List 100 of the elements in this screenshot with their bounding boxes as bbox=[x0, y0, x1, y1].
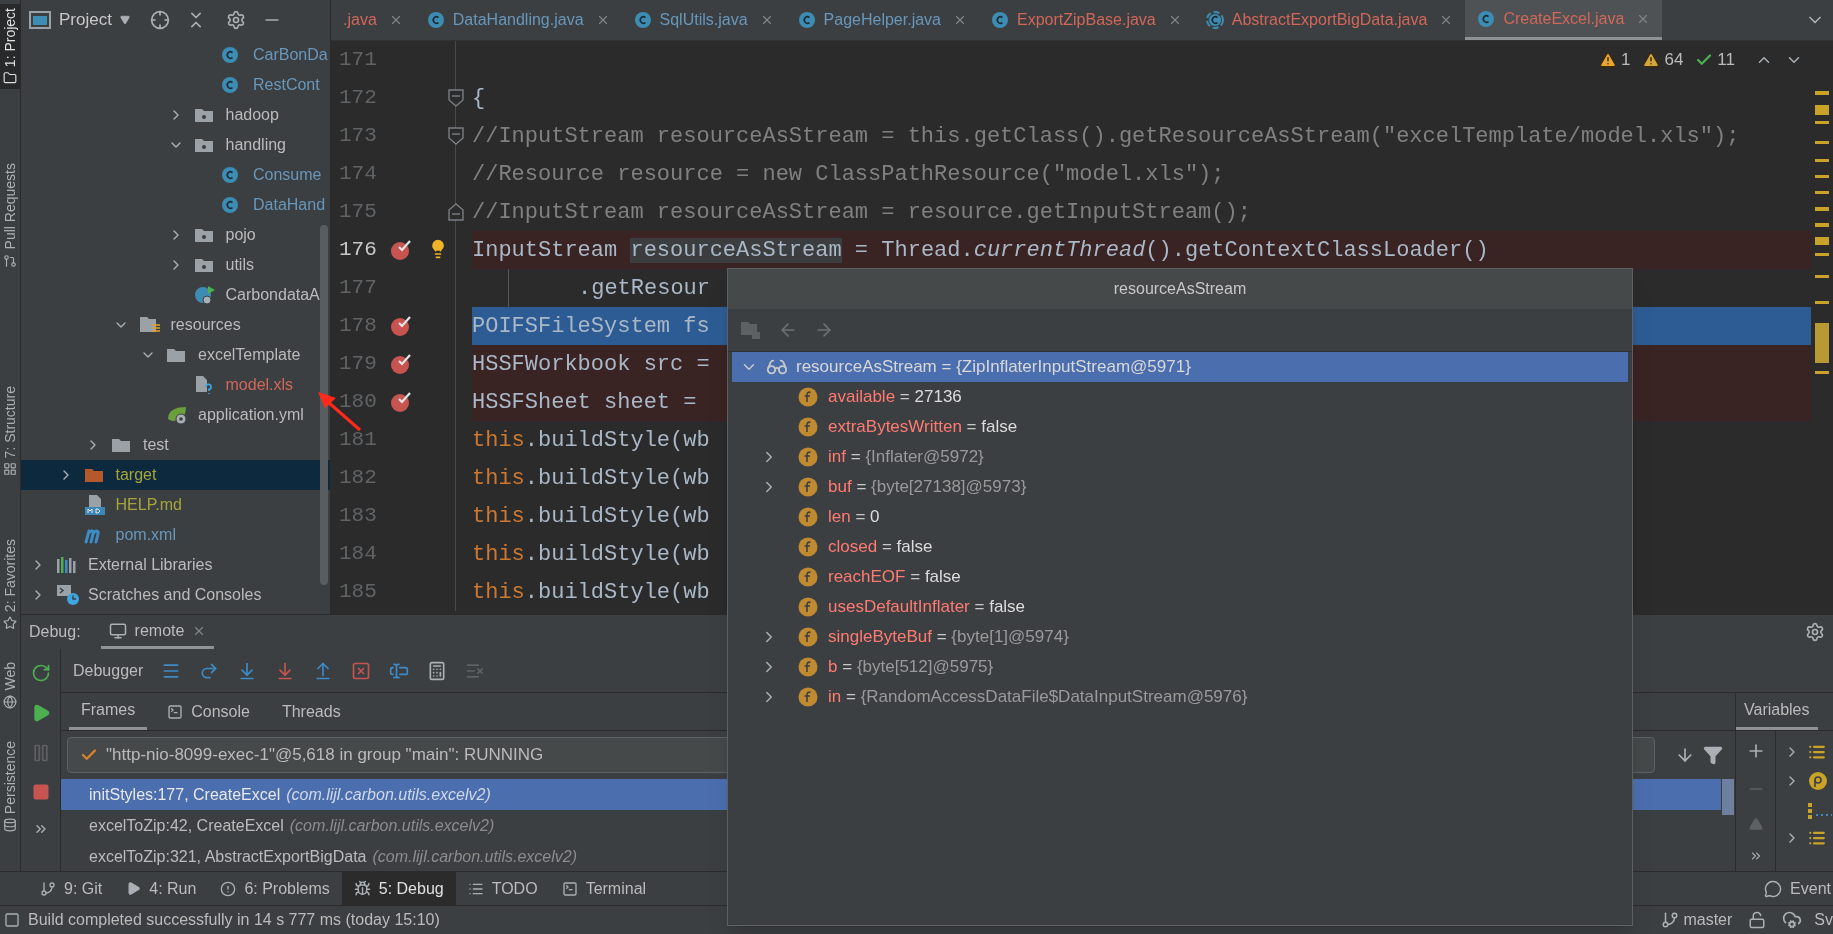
field-icon bbox=[798, 417, 818, 437]
tree-item[interactable]: RestCont bbox=[21, 70, 330, 100]
line-number: 175 bbox=[338, 199, 378, 226]
tree-item[interactable]: pojo bbox=[21, 220, 330, 250]
tool-window-tab[interactable]: 2: Favorites bbox=[0, 534, 21, 635]
tree-item[interactable]: pom.xml bbox=[21, 520, 330, 550]
tree-item[interactable]: handling bbox=[21, 130, 330, 160]
tool-window-tab[interactable]: Pull Requests bbox=[0, 159, 21, 272]
tool-window-tab[interactable]: 1: Project bbox=[0, 4, 21, 90]
code-line: //InputStream resourceAsStream = this.getClass().getResourceAsStream("excelTemplate/model.xls"); bbox=[472, 122, 1740, 151]
field-icon bbox=[798, 477, 818, 497]
class-icon bbox=[221, 166, 239, 184]
field-item[interactable]: singleByteBuf = {byte[1]@5974} bbox=[732, 622, 1628, 652]
tool-window-tab[interactable]: Persistence bbox=[0, 736, 21, 836]
field-item[interactable]: inf = {Inflater@5972} bbox=[732, 442, 1628, 472]
warning-icon bbox=[1598, 50, 1617, 69]
field-item[interactable]: in = {RandomAccessDataFile$DataInputStream@5976} bbox=[732, 682, 1628, 712]
close-icon[interactable] bbox=[953, 13, 967, 27]
debug-tab[interactable]: Console bbox=[155, 693, 262, 730]
editor-tab[interactable]: PageHelper.java bbox=[785, 0, 979, 40]
frame-item[interactable]: excelToZip:321, AbstractExportBigData (com.lijl.carbon.utils.excelv2) bbox=[61, 841, 1735, 872]
session-tab[interactable]: remote bbox=[100, 615, 215, 649]
line-number: 185 bbox=[338, 579, 378, 606]
code-line: this.buildStyle(wb bbox=[472, 502, 710, 531]
curved-arrow-icon[interactable] bbox=[199, 660, 220, 681]
tree-item[interactable]: resources bbox=[21, 310, 330, 340]
field-item[interactable]: extraBytesWritten = false bbox=[732, 412, 1628, 442]
breakpoint-icon[interactable] bbox=[389, 352, 413, 376]
editor-tab[interactable]: DataHandling.java bbox=[414, 0, 622, 40]
line-number: 172 bbox=[338, 85, 378, 112]
tool-window-tab[interactable]: Web bbox=[0, 658, 21, 713]
tool-window-button[interactable]: 6: Problems bbox=[208, 872, 342, 905]
filter-icon[interactable] bbox=[1703, 745, 1723, 765]
tool-window-tab[interactable]: 7: Structure bbox=[0, 381, 21, 480]
breakpoint-icon[interactable] bbox=[389, 314, 413, 338]
field-item[interactable]: closed = false bbox=[732, 532, 1628, 562]
tool-window-button[interactable]: 4: Run bbox=[114, 872, 209, 905]
tree-item[interactable]: External Libraries bbox=[21, 550, 330, 580]
editor-tab[interactable]: AbstractExportBigData.java bbox=[1193, 0, 1466, 40]
field-icon bbox=[798, 387, 818, 407]
fold-marker-icon[interactable] bbox=[448, 89, 464, 107]
list-icon bbox=[1808, 743, 1826, 761]
rerun-icon[interactable] bbox=[30, 663, 51, 683]
fold-marker-icon[interactable] bbox=[448, 203, 464, 221]
tree-item[interactable]: DataHand bbox=[21, 190, 330, 220]
tree-item[interactable]: excelTemplate bbox=[21, 340, 330, 370]
scrollbar-thumb[interactable] bbox=[1722, 779, 1734, 815]
crosshair-icon[interactable] bbox=[149, 10, 170, 30]
package-folder-icon bbox=[193, 257, 214, 273]
tree-item[interactable]: resourceAsStream = {ZipInflaterInputStream@5971} bbox=[732, 352, 1628, 382]
branch-widget[interactable]: master bbox=[1661, 908, 1733, 932]
tree-item[interactable]: model.xls bbox=[21, 370, 330, 400]
frame-item[interactable]: excelToZip:42, CreateExcel (com.lijl.carbon.utils.excelv2) bbox=[61, 810, 1735, 841]
tree-item[interactable]: Scratches and Consoles bbox=[21, 580, 330, 610]
field-item[interactable]: buf = {byte[27138]@5973} bbox=[732, 472, 1628, 502]
panel-tab[interactable]: Variables bbox=[1736, 693, 1818, 730]
tree-item[interactable]: test bbox=[21, 430, 330, 460]
unlock-icon[interactable] bbox=[1748, 911, 1767, 929]
editor-tab[interactable]: .java bbox=[331, 0, 415, 40]
tree-item[interactable]: CarBonDa bbox=[21, 40, 330, 70]
field-item[interactable]: len = 0 bbox=[732, 502, 1628, 532]
field-item[interactable]: usesDefaultInflater = false bbox=[732, 592, 1628, 622]
tool-window-button[interactable]: Terminal bbox=[549, 872, 659, 905]
line-number: 174 bbox=[338, 161, 378, 188]
toolbar-label: Debugger bbox=[73, 660, 144, 681]
field-icon bbox=[798, 627, 818, 647]
tree-item[interactable]: target bbox=[21, 460, 330, 490]
field-icon bbox=[798, 507, 818, 527]
fold-marker-icon[interactable] bbox=[448, 127, 464, 145]
breakpoint-icon[interactable] bbox=[389, 390, 413, 414]
square-x-icon[interactable] bbox=[351, 660, 372, 681]
scrollbar-thumb[interactable] bbox=[320, 225, 328, 585]
field-item[interactable]: reachEOF = false bbox=[732, 562, 1628, 592]
debug-tab[interactable]: Frames bbox=[69, 693, 148, 730]
tool-window-button[interactable]: 5: Debug bbox=[341, 872, 456, 905]
tree-item[interactable]: hadoop bbox=[21, 100, 330, 130]
tool-window-button[interactable]: TODO bbox=[455, 872, 550, 905]
field-item[interactable]: b = {byte[512]@5975} bbox=[732, 652, 1628, 682]
code-line: HSSFWorkbook src = bbox=[472, 350, 710, 379]
calculator-icon[interactable] bbox=[427, 660, 448, 681]
event-log-button[interactable]: Event bbox=[1764, 872, 1833, 905]
settings-icon[interactable] bbox=[225, 10, 246, 30]
field-item[interactable]: available = 27136 bbox=[732, 382, 1628, 412]
tree-item[interactable]: utils bbox=[21, 250, 330, 280]
view-dropdown[interactable]: Project bbox=[59, 7, 130, 33]
breakpoint-icon[interactable] bbox=[389, 238, 413, 262]
cloud-gear-icon[interactable] bbox=[1782, 910, 1803, 930]
tool-window-button[interactable]: 9: Git bbox=[28, 872, 115, 905]
line-number: 184 bbox=[338, 541, 378, 568]
inspection-widget[interactable]: 1 64 11 bbox=[1598, 47, 1803, 73]
class-icon bbox=[426, 11, 445, 29]
bug-icon bbox=[353, 880, 371, 897]
editor-tab[interactable]: SqlUtils.java bbox=[621, 0, 786, 40]
stop-icon[interactable] bbox=[31, 783, 50, 801]
debug-tab[interactable]: Threads bbox=[269, 693, 353, 730]
square-icon[interactable] bbox=[4, 912, 20, 928]
code-line: this.buildStyle(wb bbox=[472, 578, 710, 607]
settings-icon[interactable] bbox=[1805, 622, 1825, 642]
editor-tab[interactable]: ExportZipBase.java bbox=[979, 0, 1194, 40]
tree-item[interactable]: Consume bbox=[21, 160, 330, 190]
